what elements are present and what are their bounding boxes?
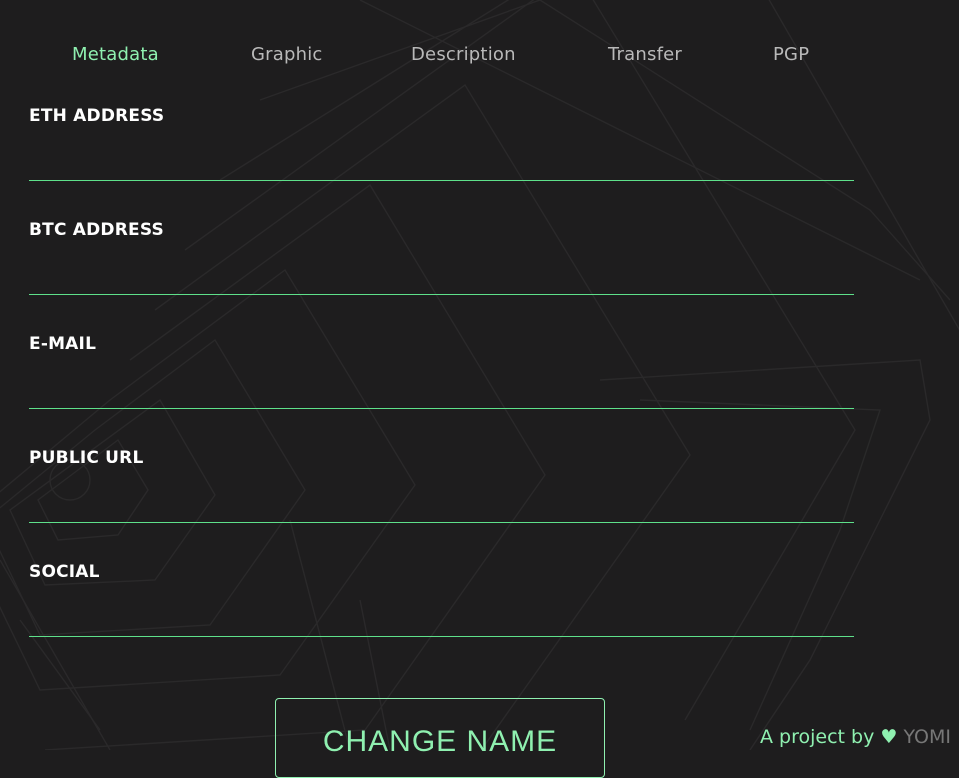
public-url-input[interactable] bbox=[29, 486, 854, 523]
tab-metadata[interactable]: Metadata bbox=[72, 44, 159, 65]
social-input[interactable] bbox=[29, 600, 854, 637]
change-name-button[interactable]: CHANGE NAME bbox=[275, 698, 605, 778]
eth-address-input[interactable] bbox=[29, 144, 854, 181]
public-url-field: PUBLIC URL bbox=[29, 448, 854, 562]
social-field: SOCIAL bbox=[29, 562, 854, 676]
tab-bar: Metadata Graphic Description Transfer PG… bbox=[0, 44, 959, 72]
footer-brand-link[interactable]: YOMI bbox=[903, 726, 951, 748]
footer-credit-text: A project by bbox=[760, 726, 875, 748]
eth-address-label: ETH ADDRESS bbox=[29, 106, 165, 126]
tab-graphic[interactable]: Graphic bbox=[251, 44, 323, 65]
btc-address-field: BTC ADDRESS bbox=[29, 220, 854, 334]
email-input[interactable] bbox=[29, 372, 854, 409]
eth-address-field: ETH ADDRESS bbox=[29, 106, 854, 220]
btc-address-input[interactable] bbox=[29, 258, 854, 295]
footer-credit: A project by ♥ YOMI bbox=[760, 726, 951, 748]
tab-pgp[interactable]: PGP bbox=[773, 44, 809, 65]
public-url-label: PUBLIC URL bbox=[29, 448, 144, 468]
heart-icon: ♥ bbox=[880, 726, 898, 748]
tab-description[interactable]: Description bbox=[411, 44, 516, 65]
social-label: SOCIAL bbox=[29, 562, 100, 582]
email-field: E-MAIL bbox=[29, 334, 854, 448]
email-label: E-MAIL bbox=[29, 334, 97, 354]
tab-transfer[interactable]: Transfer bbox=[608, 44, 682, 65]
btc-address-label: BTC ADDRESS bbox=[29, 220, 164, 240]
